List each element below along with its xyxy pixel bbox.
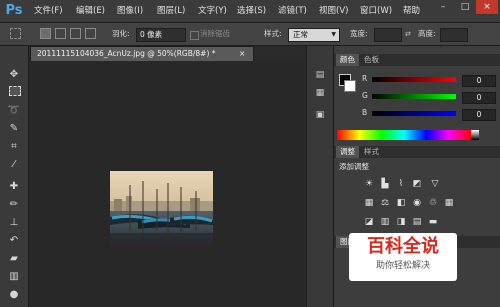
move-tool-icon[interactable]: ✥ — [7, 68, 21, 82]
photo-filter-icon[interactable]: ◉ — [412, 198, 422, 208]
color-spectrum-bar[interactable] — [337, 130, 471, 140]
watermark-subtitle: 助你轻松解决 — [375, 261, 430, 271]
document-tab[interactable]: 20111115104036_AcnUz.jpg @ 50%(RGB/8#) *… — [30, 46, 254, 62]
tools-panel: ✥ ➰ ✎ ⌗ ⁄ ✚ ✏ ⊥ ↶ ▰ ▥ ● — [0, 46, 29, 307]
color-panel-tabs: 颜色 色板 — [334, 54, 500, 66]
tab-styles[interactable]: 样式 — [360, 146, 383, 158]
hue-saturation-icon[interactable]: ▦ — [364, 198, 374, 208]
vibrance-icon[interactable]: ▽ — [430, 179, 440, 189]
menu-image[interactable]: 图像(I) — [117, 0, 143, 22]
chevron-down-icon: ▼ — [331, 31, 336, 38]
threshold-icon[interactable]: ◨ — [396, 217, 406, 227]
channel-r-label: R — [362, 74, 368, 83]
lasso-tool-icon[interactable]: ➰ — [7, 104, 21, 118]
gradient-map-icon[interactable]: ▬ — [428, 217, 438, 227]
clone-stamp-tool-icon[interactable]: ⊥ — [7, 216, 21, 230]
width-input[interactable] — [374, 28, 402, 42]
menu-layer[interactable]: 图层(L) — [157, 0, 185, 22]
tab-adjustments[interactable]: 调整 — [336, 146, 359, 158]
menu-edit[interactable]: 编辑(E) — [76, 0, 105, 22]
restore-button[interactable]: □ — [454, 0, 476, 14]
red-value[interactable]: 0 — [462, 75, 496, 87]
antialias-checkbox[interactable] — [190, 31, 199, 40]
feather-input[interactable]: 0 像素 — [136, 28, 186, 42]
grayscale-bar[interactable] — [471, 130, 479, 140]
eyedropper-tool-icon[interactable]: ⁄ — [7, 158, 21, 172]
feather-value: 0 像素 — [140, 30, 163, 39]
eraser-tool-icon[interactable]: ▰ — [7, 252, 21, 266]
add-selection-icon[interactable] — [55, 28, 66, 39]
adjustments-panel-tabs: 调整 样式 — [334, 146, 500, 158]
history-brush-tool-icon[interactable]: ↶ — [7, 234, 21, 248]
gradient-tool-icon[interactable]: ▥ — [7, 270, 21, 284]
color-balance-icon[interactable]: ⚖ — [380, 198, 390, 208]
menu-select[interactable]: 选择(S) — [237, 0, 266, 22]
style-label: 样式: — [264, 29, 282, 38]
menu-view[interactable]: 视图(V) — [319, 0, 348, 22]
exposure-icon[interactable]: ◩ — [412, 179, 422, 189]
blue-slider[interactable] — [372, 111, 456, 116]
channel-mixer-icon[interactable]: ♲ — [428, 198, 438, 208]
menu-window[interactable]: 窗口(W) — [360, 0, 392, 22]
history-panel-icon[interactable]: ▤ — [312, 68, 328, 82]
swap-icon[interactable]: ⇄ — [405, 31, 413, 38]
new-selection-icon[interactable] — [40, 28, 51, 39]
blue-value[interactable]: 0 — [462, 109, 496, 121]
background-color-swatch[interactable] — [344, 80, 356, 92]
tab-color[interactable]: 颜色 — [336, 54, 359, 66]
height-label: 高度: — [418, 29, 436, 38]
style-value: 正常 — [293, 30, 308, 39]
selective-color-icon[interactable]: ▤ — [412, 217, 422, 227]
actions-panel-icon[interactable]: ▣ — [312, 108, 328, 122]
invert-icon[interactable]: ◪ — [364, 217, 374, 227]
brush-tool-icon[interactable]: ✏ — [7, 198, 21, 212]
green-slider[interactable] — [372, 94, 456, 99]
green-value[interactable]: 0 — [462, 92, 496, 104]
close-document-icon[interactable]: × — [239, 47, 245, 61]
tab-swatches[interactable]: 色板 — [360, 54, 383, 66]
curves-icon[interactable]: ⌇ — [396, 179, 406, 189]
document-tab-title: 20111115104036_AcnUz.jpg @ 50%(RGB/8#) * — [37, 49, 216, 58]
properties-panel-icon[interactable]: ▦ — [312, 86, 328, 100]
watermark-title: 百科全说 — [367, 236, 439, 257]
quick-select-tool-icon[interactable]: ✎ — [7, 122, 21, 136]
posterize-icon[interactable]: ▥ — [380, 217, 390, 227]
menu-help[interactable]: 帮助 — [403, 0, 420, 22]
width-label: 宽度: — [350, 29, 368, 38]
color-lookup-icon[interactable]: ▦ — [444, 198, 454, 208]
document-photo[interactable] — [110, 171, 213, 244]
collapsed-panel-column: ▤ ▦ ▣ — [306, 46, 334, 307]
channel-g-label: G — [362, 91, 368, 100]
antialias-label: 消除锯齿 — [200, 29, 230, 38]
minimize-button[interactable]: – — [432, 0, 454, 14]
brightness-icon[interactable]: ☀ — [364, 179, 374, 189]
subtract-selection-icon[interactable] — [70, 28, 81, 39]
menu-filter[interactable]: 滤镜(T) — [278, 0, 307, 22]
menu-bar: Ps 文件(F) 编辑(E) 图像(I) 图层(L) 文字(Y) 选择(S) 滤… — [0, 0, 500, 23]
marquee-tool-icon[interactable] — [9, 86, 21, 96]
channel-b-label: B — [362, 108, 368, 117]
venice-gondolas-photo — [110, 171, 213, 244]
adjust-title: 添加调整 — [339, 162, 369, 171]
healing-brush-tool-icon[interactable]: ✚ — [7, 180, 21, 194]
intersect-selection-icon[interactable] — [85, 28, 96, 39]
black-white-icon[interactable]: ◧ — [396, 198, 406, 208]
feather-label: 羽化: — [112, 29, 130, 38]
menu-file[interactable]: 文件(F) — [34, 0, 63, 22]
crop-tool-icon[interactable]: ⌗ — [7, 140, 21, 154]
blur-tool-icon[interactable]: ● — [7, 288, 21, 302]
marquee-preset-icon[interactable] — [10, 28, 21, 39]
options-bar: 羽化: 0 像素 消除锯齿 样式: 正常 ▼ 宽度: ⇄ 高度: — [0, 23, 500, 46]
baike-watermark: 百科全说 助你轻松解决 — [349, 233, 457, 281]
levels-icon[interactable]: ▙ — [380, 179, 390, 189]
menu-type[interactable]: 文字(Y) — [198, 0, 227, 22]
photoshop-logo: Ps — [5, 3, 23, 18]
height-input[interactable] — [440, 28, 468, 42]
style-select[interactable]: 正常 ▼ — [288, 28, 340, 42]
red-slider[interactable] — [372, 77, 456, 82]
close-window-button[interactable]: × — [476, 0, 498, 14]
